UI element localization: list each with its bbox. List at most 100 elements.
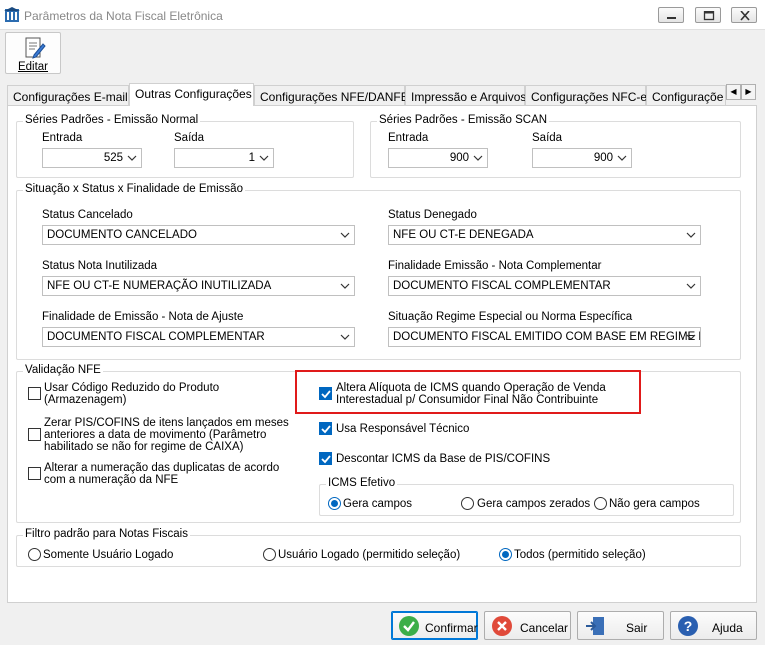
tab-scroll-right-button[interactable]: ▶	[741, 84, 756, 100]
regime-especial-select[interactable]: DOCUMENTO FISCAL EMITIDO COM BASE EM REG…	[388, 327, 701, 347]
regime-especial-value: DOCUMENTO FISCAL EMITIDO COM BASE EM REG…	[393, 331, 701, 343]
chevron-down-icon	[686, 232, 696, 238]
chevron-down-icon	[127, 155, 137, 161]
cancel-label: Cancelar	[520, 621, 569, 635]
chevron-down-icon	[340, 283, 350, 289]
status-inutilizada-label: Status Nota Inutilizada	[42, 260, 158, 272]
fin-complementar-select[interactable]: DOCUMENTO FISCAL COMPLEMENTAR	[388, 276, 701, 296]
icms-efetivo-title: ICMS Efetivo	[326, 477, 398, 489]
series-normal-title: Séries Padrões - Emissão Normal	[23, 114, 201, 126]
somente-usuario-logado-label: Somente Usuário Logado	[43, 549, 174, 561]
status-inutilizada-select[interactable]: NFE OU CT-E NUMERAÇÃO INUTILIZADA	[42, 276, 355, 296]
edit-button[interactable]: Editar	[5, 32, 61, 74]
exit-door-icon	[586, 617, 604, 635]
chevron-down-icon	[473, 155, 483, 161]
fin-complementar-label: Finalidade Emissão - Nota Complementar	[388, 260, 602, 272]
tab-scroll-left-button[interactable]: ◀	[726, 84, 741, 100]
usar-codigo-reduzido-checkbox[interactable]	[28, 387, 41, 400]
nao-gera-campos-radio[interactable]	[594, 497, 607, 510]
window-title: Parâmetros da Nota Fiscal Eletrônica	[24, 9, 223, 23]
tab-impressao-arquivos[interactable]: Impressão e Arquivos	[405, 85, 526, 105]
chevron-down-icon	[686, 283, 696, 289]
confirm-label: Confirmar	[425, 621, 478, 635]
alterar-numeracao-label: Alterar a numeração das duplicatas de ac…	[44, 462, 280, 486]
gera-campos-radio[interactable]	[328, 497, 341, 510]
series-normal-saida-select[interactable]: 1	[174, 148, 274, 168]
close-icon	[740, 11, 750, 21]
fin-ajuste-select[interactable]: DOCUMENTO FISCAL COMPLEMENTAR	[42, 327, 355, 347]
tab-outras-configuracoes[interactable]: Outras Configurações	[129, 83, 254, 106]
chevron-down-icon	[259, 155, 269, 161]
chevron-down-icon	[340, 232, 350, 238]
minimize-button[interactable]	[658, 7, 684, 23]
fin-ajuste-label: Finalidade de Emissão - Nota de Ajuste	[42, 311, 244, 323]
status-denegado-select[interactable]: NFE OU CT-E DENEGADA	[388, 225, 701, 245]
somente-usuario-logado-radio[interactable]	[28, 548, 41, 561]
descontar-icms-label: Descontar ICMS da Base de PIS/COFINS	[336, 453, 551, 465]
series-scan-entrada-value: 900	[449, 152, 469, 164]
cancel-button[interactable]: Cancelar	[484, 611, 571, 640]
series-scan-saida-select[interactable]: 900	[532, 148, 632, 168]
series-scan-entrada-select[interactable]: 900	[388, 148, 488, 168]
help-button[interactable]: ? Ajuda	[670, 611, 757, 640]
confirm-check-icon	[399, 616, 419, 636]
altera-aliquota-icms-checkbox[interactable]	[319, 387, 332, 400]
series-scan-saida-label: Saída	[532, 132, 563, 144]
filtro-title: Filtro padrão para Notas Fiscais	[23, 528, 190, 540]
usuario-logado-permitido-radio[interactable]	[263, 548, 276, 561]
tab-configuracoes-email[interactable]: Configurações E-mail	[7, 85, 129, 105]
chevron-down-icon	[686, 334, 696, 340]
chevron-down-icon	[340, 334, 350, 340]
check-icon	[321, 390, 331, 399]
usar-codigo-reduzido-label: Usar Código Reduzido do Produto (Armazena…	[44, 382, 220, 406]
maximize-icon	[703, 11, 715, 21]
tab-configuracoes-more[interactable]: Configuraçõe	[646, 85, 726, 105]
close-button[interactable]	[731, 7, 757, 23]
fin-complementar-value: DOCUMENTO FISCAL COMPLEMENTAR	[393, 280, 611, 292]
gera-campos-zerados-radio[interactable]	[461, 497, 474, 510]
status-cancelado-label: Status Cancelado	[42, 209, 133, 221]
todos-permitido-radio[interactable]	[499, 548, 512, 561]
descontar-icms-checkbox[interactable]	[319, 452, 332, 465]
series-normal-saida-label: Saída	[174, 132, 205, 144]
usuario-logado-permitido-label: Usuário Logado (permitido seleção)	[278, 549, 461, 561]
fin-ajuste-value: DOCUMENTO FISCAL COMPLEMENTAR	[47, 331, 265, 343]
tab-configuracoes-nfe-danfe[interactable]: Configurações NFE/DANFE	[254, 85, 409, 105]
app-icon	[4, 7, 20, 22]
maximize-button[interactable]	[695, 7, 721, 23]
status-cancelado-select[interactable]: DOCUMENTO CANCELADO	[42, 225, 355, 245]
series-normal-entrada-label: Entrada	[42, 132, 83, 144]
altera-aliquota-icms-label: Altera Alíquota de ICMS quando Operação …	[336, 382, 606, 406]
status-denegado-label: Status Denegado	[388, 209, 477, 221]
series-scan-saida-value: 900	[593, 152, 613, 164]
zerar-pis-cofins-checkbox[interactable]	[28, 428, 41, 441]
check-icon	[321, 425, 331, 434]
usa-responsavel-tecnico-checkbox[interactable]	[319, 422, 332, 435]
svg-text:?: ?	[684, 618, 693, 634]
regime-especial-label: Situação Regime Especial ou Norma Especí…	[388, 311, 633, 323]
alterar-numeracao-checkbox[interactable]	[28, 467, 41, 480]
toolbar: Editar	[0, 30, 765, 76]
status-denegado-value: NFE OU CT-E DENEGADA	[393, 229, 534, 241]
chevron-down-icon	[617, 155, 627, 161]
title-bar: Parâmetros da Nota Fiscal Eletrônica	[0, 0, 765, 30]
cancel-x-icon	[492, 616, 512, 636]
exit-label: Sair	[626, 621, 648, 635]
help-label: Ajuda	[712, 621, 743, 635]
check-icon	[321, 455, 331, 464]
series-normal-entrada-value: 525	[103, 152, 123, 164]
minimize-icon	[667, 17, 676, 19]
confirm-button[interactable]: Confirmar	[391, 611, 478, 640]
edit-document-icon	[25, 37, 46, 59]
exit-button[interactable]: Sair	[577, 611, 664, 640]
nao-gera-campos-label: Não gera campos	[609, 498, 700, 510]
status-inutilizada-value: NFE OU CT-E NUMERAÇÃO INUTILIZADA	[47, 280, 272, 292]
zerar-pis-cofins-label: Zerar PIS/COFINS de itens lançados em me…	[44, 417, 289, 453]
situacao-title: Situação x Status x Finalidade de Emissã…	[23, 183, 245, 195]
todos-permitido-label: Todos (permitido seleção)	[514, 549, 646, 561]
series-scan-title: Séries Padrões - Emissão SCAN	[377, 114, 550, 126]
help-question-icon: ?	[678, 616, 698, 636]
series-normal-entrada-select[interactable]: 525	[42, 148, 142, 168]
tab-configuracoes-nfce[interactable]: Configurações NFC-e	[525, 85, 647, 105]
status-cancelado-value: DOCUMENTO CANCELADO	[47, 229, 197, 241]
